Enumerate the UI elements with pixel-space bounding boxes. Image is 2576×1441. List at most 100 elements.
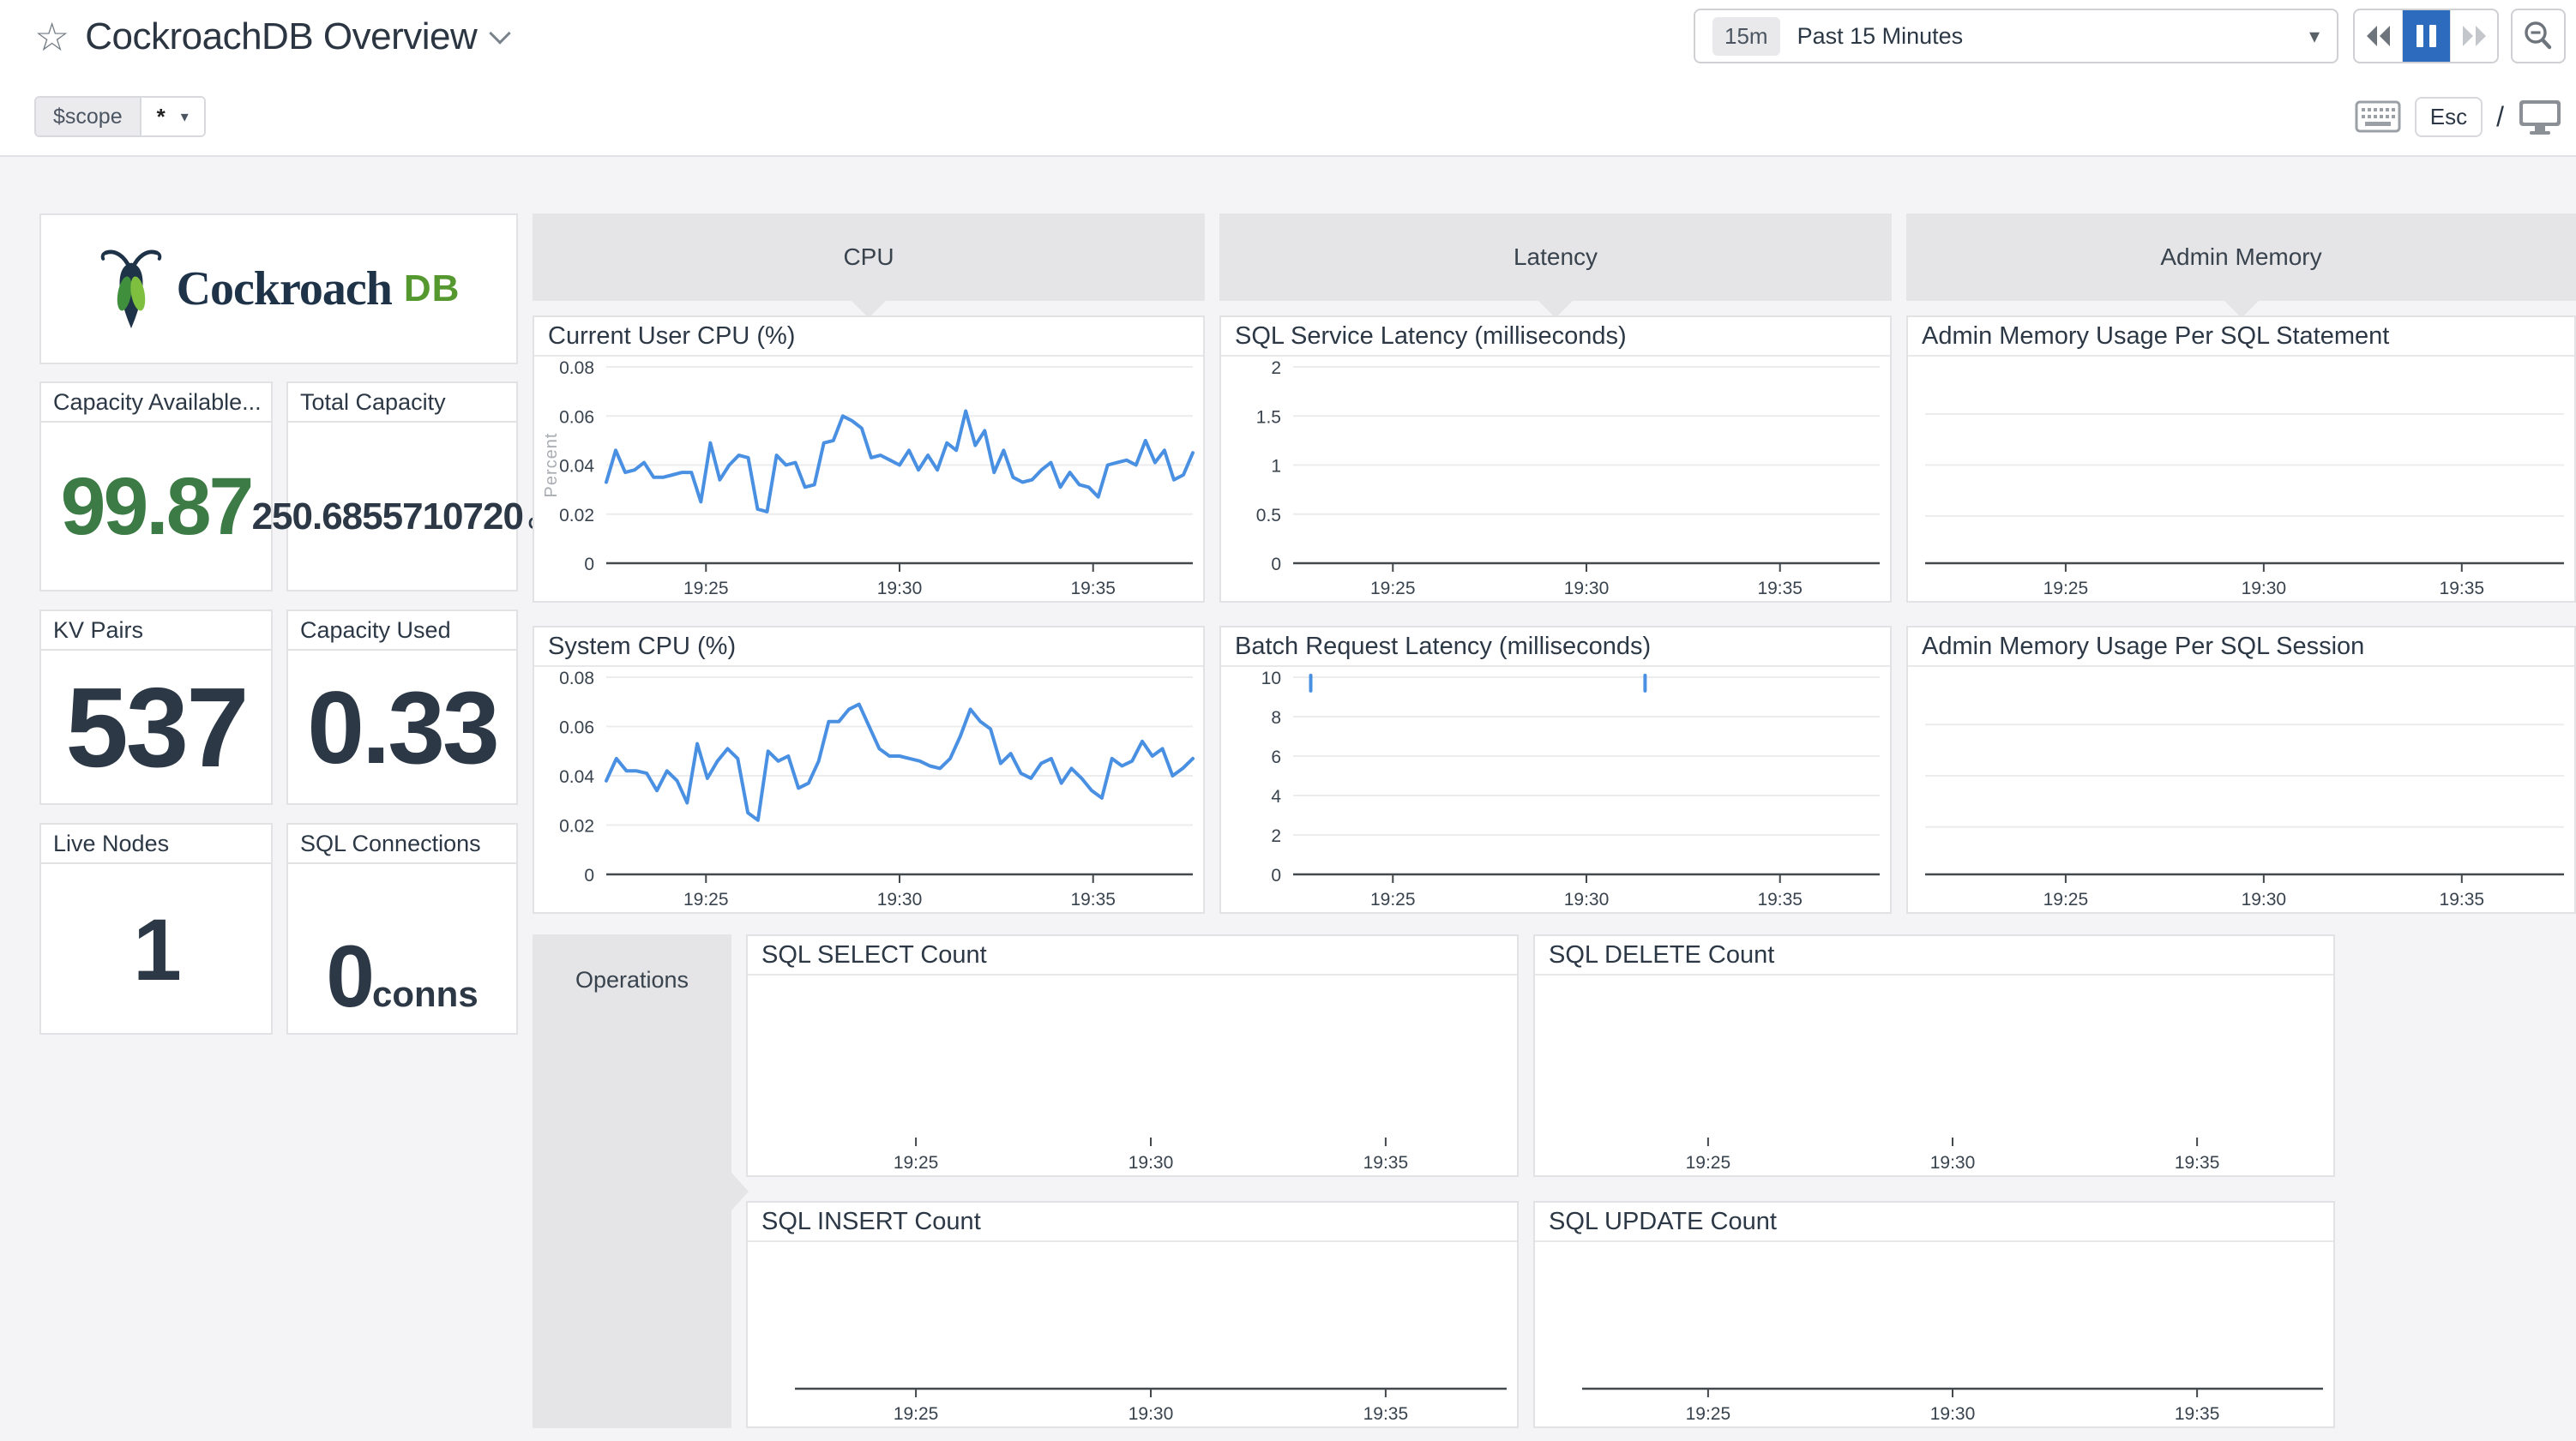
tile-value: 537 [65,671,246,784]
chart-title: System CPU (%) [534,627,1203,667]
svg-text:0: 0 [1271,555,1281,574]
group-label: Latency [1514,243,1598,271]
cockroachdb-logo-card: Cockroach DB [39,213,518,364]
time-range-selector[interactable]: 15m Past 15 Minutes ▾ [1694,9,2338,63]
tile-kv-pairs: KV Pairs 537 [39,609,273,805]
chart-card-sql-select-count: SQL SELECT Count 19:2519:3019:35 [746,934,1519,1177]
template-variable-scope[interactable]: $scope * ▾ [34,96,206,137]
slash-separator: / [2496,101,2504,133]
scope-variable-name: $scope [36,98,140,135]
chart-plot[interactable]: 19:2519:3019:35 [1908,357,2574,601]
chart-title: SQL Service Latency (milliseconds) [1221,317,1890,357]
tile-live-nodes: Live Nodes 1 [39,823,273,1035]
time-range-label: Past 15 Minutes [1797,23,1964,50]
svg-text:2: 2 [1271,358,1281,378]
chart-card-sql-delete-count: SQL DELETE Count 19:2519:3019:35 [1533,934,2335,1177]
svg-text:19:35: 19:35 [2440,890,2485,910]
chart-plot[interactable]: 19:2519:3019:35 [1535,1242,2333,1426]
svg-text:19:30: 19:30 [1930,1153,1976,1173]
cockroach-bug-icon [98,242,165,336]
svg-text:0.06: 0.06 [559,407,594,427]
svg-text:19:35: 19:35 [1757,579,1803,598]
group-header-cpu[interactable]: CPU [533,213,1205,301]
chart-plot[interactable]: 19:2519:3019:35 [748,1242,1517,1426]
logo-wordmark: Cockroach [177,261,392,316]
svg-text:1.5: 1.5 [1256,407,1281,427]
svg-text:0.02: 0.02 [559,506,594,525]
tile-value: 0 [326,933,372,1020]
tile-label: SQL Connections [288,825,516,864]
svg-text:19:25: 19:25 [683,890,729,910]
chart-title: SQL INSERT Count [748,1203,1517,1242]
fast-forward-icon [2459,22,2489,50]
shortcut-hint-zone: Esc / [2355,96,2562,137]
dashboard-page: ☆ CockroachDB Overview 15m Past 15 Minut… [0,0,2576,1441]
page-title[interactable]: CockroachDB Overview [85,15,477,58]
chart-title: Admin Memory Usage Per SQL Statement [1908,317,2574,357]
svg-text:19:35: 19:35 [1070,890,1116,910]
chart-card-admin-memory-statement: Admin Memory Usage Per SQL Statement 19:… [1906,315,2576,603]
svg-text:0: 0 [584,866,594,886]
svg-text:19:35: 19:35 [2175,1404,2220,1424]
esc-key-badge: Esc [2415,97,2483,137]
svg-text:19:35: 19:35 [2175,1153,2220,1173]
svg-text:19:25: 19:25 [1686,1404,1731,1424]
group-label: Admin Memory [2160,243,2321,271]
svg-text:19:25: 19:25 [894,1153,939,1173]
tile-unit: conns [372,974,478,1015]
zoom-out-button[interactable] [2511,9,2566,63]
svg-text:19:35: 19:35 [1363,1404,1409,1424]
magnifier-minus-icon [2520,18,2556,54]
chart-plot[interactable]: 19:25 19:30 19:35 [1535,976,2333,1175]
group-header-operations[interactable]: Operations [533,934,731,1428]
group-header-latency[interactable]: Latency [1219,213,1892,301]
chart-plot[interactable]: 00.020.040.060.0819:2519:3019:35Percent [534,357,1203,601]
chart-card-system-cpu: System CPU (%) 00.020.040.060.0819:2519:… [533,626,1205,914]
svg-text:6: 6 [1271,748,1281,767]
group-header-admin-memory[interactable]: Admin Memory [1906,213,2576,301]
svg-text:19:35: 19:35 [1363,1153,1409,1173]
title-chevron-down-icon[interactable] [490,22,511,44]
svg-text:19:25: 19:25 [2043,579,2089,598]
tile-label: KV Pairs [41,611,271,651]
svg-text:19:30: 19:30 [877,579,923,598]
time-nav-button-group [2353,9,2499,63]
scope-caret-icon: ▾ [181,108,189,126]
tile-value: 250.6855710720 [252,498,523,536]
svg-text:0: 0 [1271,866,1281,886]
time-forward-button[interactable] [2450,10,2497,62]
chart-card-sql-insert-count: SQL INSERT Count 19:2519:3019:35 [746,1201,1519,1428]
time-backward-button[interactable] [2355,10,2402,62]
time-range-badge: 15m [1712,17,1780,56]
chart-plot[interactable]: 19:2519:3019:35 [1908,667,2574,912]
svg-text:19:30: 19:30 [1564,579,1610,598]
group-label: CPU [843,243,894,271]
chart-plot[interactable]: 024681019:2519:3019:35 [1221,667,1890,912]
favorite-star-icon[interactable]: ☆ [34,17,69,57]
chart-title: SQL SELECT Count [748,936,1517,976]
tile-label: Capacity Available... [41,383,271,423]
svg-text:19:35: 19:35 [2440,579,2485,598]
chart-plot[interactable]: 00.020.040.060.0819:2519:3019:35 [534,667,1203,912]
svg-text:0.5: 0.5 [1256,506,1281,525]
group-label: Operations [533,967,731,994]
svg-text:1: 1 [1271,457,1281,477]
svg-text:19:30: 19:30 [1129,1404,1174,1424]
dashboard-title-row: ☆ CockroachDB Overview [34,12,508,62]
chart-plot[interactable]: 19:2519:3019:35 [748,976,1517,1175]
chart-card-admin-memory-session: Admin Memory Usage Per SQL Session 19:25… [1906,626,2576,914]
svg-text:19:25: 19:25 [1686,1153,1731,1173]
svg-text:0.04: 0.04 [559,457,594,477]
svg-text:8: 8 [1271,708,1281,728]
svg-text:0.08: 0.08 [559,358,594,378]
pause-icon [2417,25,2436,47]
svg-text:4: 4 [1271,787,1281,807]
svg-text:19:25: 19:25 [1370,890,1416,910]
tile-value: 0.33 [307,676,497,779]
svg-text:19:30: 19:30 [1564,890,1610,910]
chart-plot[interactable]: 00.511.5219:2519:3019:35 [1221,357,1890,601]
logo-suffix: DB [404,267,460,310]
svg-text:0.04: 0.04 [559,767,594,787]
tv-mode-icon[interactable] [2518,98,2562,135]
pause-button[interactable] [2402,10,2449,62]
